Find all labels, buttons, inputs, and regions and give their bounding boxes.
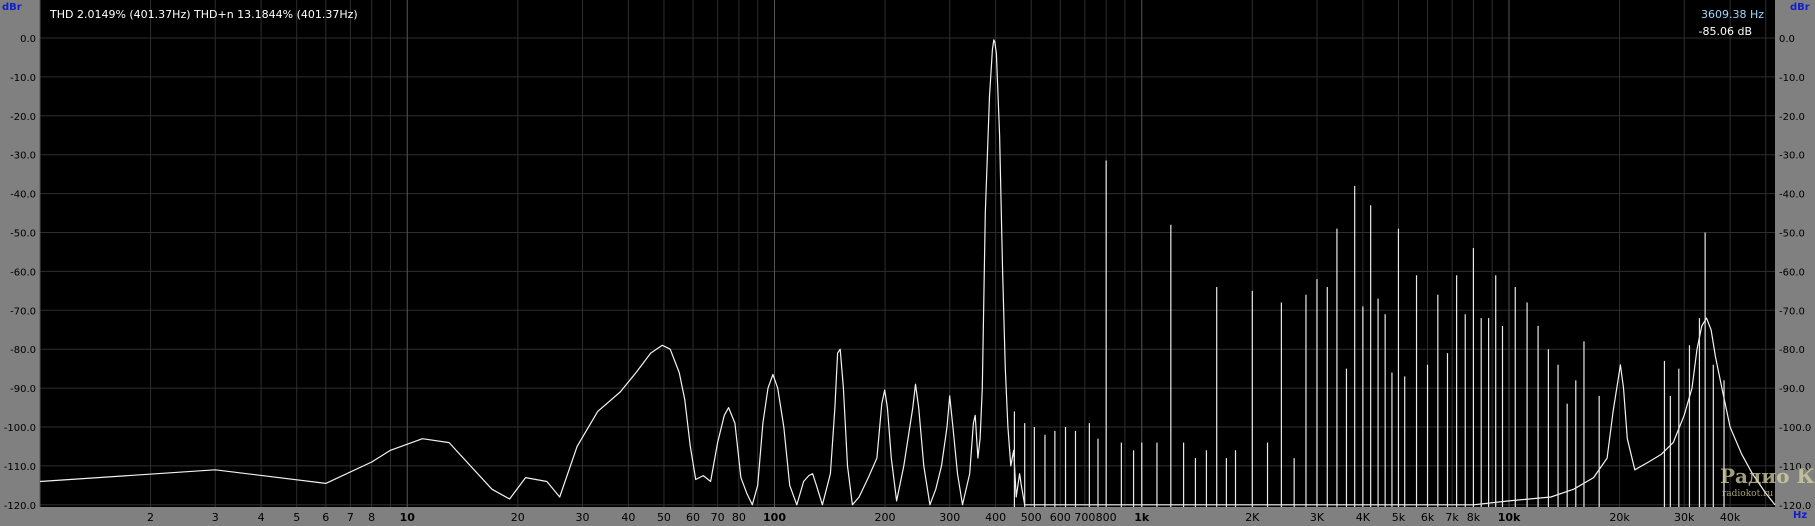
y-tick-label-right: -30.0: [1779, 151, 1805, 162]
x-tick-label: 1k: [1134, 511, 1150, 524]
y-tick-label-right: -10.0: [1779, 73, 1805, 84]
x-tick-label: 4: [258, 511, 265, 524]
y-tick-label-left: -80.0: [10, 345, 36, 356]
y-tick-label-left: -60.0: [10, 267, 36, 278]
y-tick-label-left: 0.0: [20, 34, 36, 45]
y-tick-label-left: -30.0: [10, 151, 36, 162]
x-tick-label: 100: [763, 511, 786, 524]
x-tick-label: 10k: [1498, 511, 1521, 524]
y-tick-label-left: -10.0: [10, 73, 36, 84]
x-tick-label: 20: [511, 511, 525, 524]
x-tick-label: 30: [575, 511, 589, 524]
x-tick-label: 5: [293, 511, 300, 524]
y-tick-label-right: -100.0: [1779, 423, 1811, 434]
svg-text:radiokot.ru: radiokot.ru: [1722, 489, 1773, 499]
x-tick-label: 500: [1021, 511, 1042, 524]
y-tick-label-right: -70.0: [1779, 306, 1805, 317]
x-tick-label: 8: [368, 511, 375, 524]
x-tick-label: 2K: [1245, 511, 1260, 524]
x-tick-label: 7k: [1445, 511, 1459, 524]
x-tick-label: 600: [1050, 511, 1071, 524]
x-tick-label: 800: [1096, 511, 1117, 524]
x-tick-label: 4K: [1356, 511, 1371, 524]
x-tick-label: 10: [400, 511, 416, 524]
y-tick-label-right: -80.0: [1779, 345, 1805, 356]
x-tick-label: 200: [875, 511, 896, 524]
y-unit-right: dBr: [1790, 2, 1810, 13]
y-tick-label-right: -40.0: [1779, 190, 1805, 201]
y-tick-label-left: -50.0: [10, 229, 36, 240]
y-tick-label-left: -100.0: [4, 423, 36, 434]
y-tick-label-left: -70.0: [10, 306, 36, 317]
x-tick-label: 80: [732, 511, 746, 524]
x-tick-label: 2: [147, 511, 154, 524]
y-tick-label-right: -60.0: [1779, 267, 1805, 278]
y-tick-label-left: -20.0: [10, 112, 36, 123]
x-tick-label: 30k: [1674, 511, 1695, 524]
svg-text:Радио КОТ: Радио КОТ: [1720, 464, 1815, 488]
x-tick-label: 400: [985, 511, 1006, 524]
y-unit-left: dBr: [2, 2, 22, 13]
x-tick-label: 40: [621, 511, 635, 524]
y-tick-label-left: -90.0: [10, 384, 36, 395]
x-tick-label: 8k: [1467, 511, 1481, 524]
x-tick-label: 20k: [1609, 511, 1630, 524]
x-tick-label: 300: [939, 511, 960, 524]
y-tick-label-left: -110.0: [4, 462, 36, 473]
cursor-level: -85.06 dB: [1699, 25, 1753, 38]
x-tick-label: 70: [711, 511, 725, 524]
y-tick-label-right: -20.0: [1779, 112, 1805, 123]
y-tick-label-left: -120.0: [4, 501, 36, 512]
x-unit: Hz: [1793, 510, 1807, 521]
x-tick-label: 40k: [1720, 511, 1741, 524]
x-tick-label: 50: [657, 511, 671, 524]
thd-readout: THD 2.0149% (401.37Hz) THD+n 13.1844% (4…: [49, 8, 358, 21]
y-tick-label-left: -40.0: [10, 190, 36, 201]
x-tick-label: 700: [1074, 511, 1095, 524]
spectrum-chart[interactable]: 0.0 -10.0 -20.0 -30.0 -40.0 -50.0 -60.0 -70.0 -8…: [0, 0, 1815, 526]
cursor-frequency: 3609.38 Hz: [1701, 8, 1764, 21]
x-tick-label: 6k: [1421, 511, 1435, 524]
x-tick-label: 7: [347, 511, 354, 524]
y-tick-label-right: -90.0: [1779, 384, 1805, 395]
x-tick-label: 3K: [1310, 511, 1325, 524]
y-tick-label-right: 0.0: [1779, 34, 1795, 45]
x-tick-label: 6: [322, 511, 329, 524]
y-tick-label-right: -50.0: [1779, 229, 1805, 240]
x-tick-label: 3: [212, 511, 219, 524]
x-tick-label: 60: [686, 511, 700, 524]
spectrum-window: 0.0 -10.0 -20.0 -30.0 -40.0 -50.0 -60.0 -70.0 -8…: [0, 0, 1815, 526]
x-tick-label: 5k: [1392, 511, 1406, 524]
